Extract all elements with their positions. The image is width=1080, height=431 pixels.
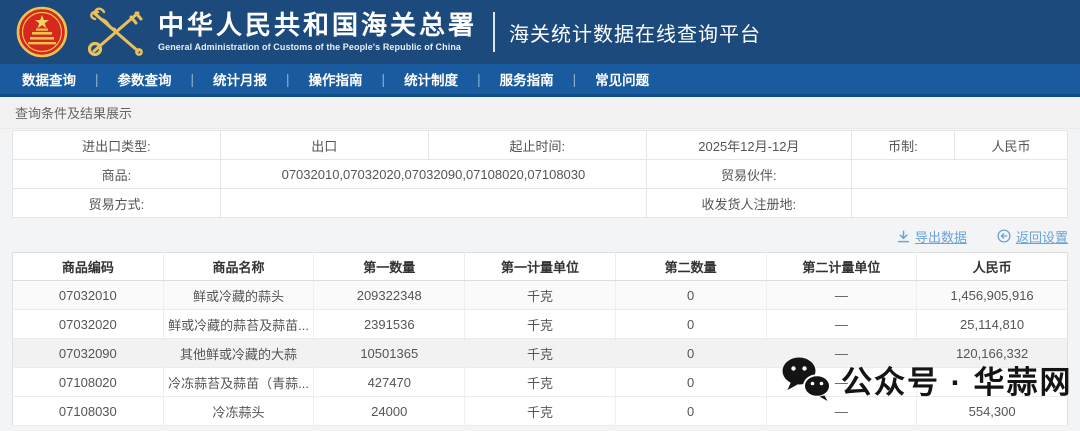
table-row: 07108030 冷冻蒜头 24000 千克 0 — 554,300 — [12, 396, 1068, 426]
cell-name: 冷冻蒜头 — [163, 396, 315, 426]
table-actions: 导出数据 返回设置 — [12, 225, 1068, 247]
cell-qty1: 427470 — [313, 367, 466, 397]
import-export-type-label: 进出口类型: — [12, 130, 221, 160]
nav-item-data-query[interactable]: 数据查询 — [22, 69, 76, 89]
platform-title: 海关统计数据在线查询平台 — [509, 23, 762, 46]
cell-rmb: 120,166,332 — [916, 338, 1068, 368]
download-icon — [897, 230, 910, 242]
results-header-row: 商品编码 商品名称 第一数量 第一计量单位 第二数量 第二计量单位 人民币 — [12, 252, 1068, 281]
col-header-qty1: 第一数量 — [313, 252, 466, 281]
results-table: 商品编码 商品名称 第一数量 第一计量单位 第二数量 第二计量单位 人民币 07… — [12, 252, 1068, 426]
cell-qty1: 209322348 — [313, 280, 466, 310]
org-name-en: General Administration of Customs of the… — [158, 41, 462, 52]
export-data-button[interactable]: 导出数据 — [897, 227, 967, 246]
national-emblem-icon — [16, 6, 68, 58]
cell-code: 07108030 — [12, 396, 164, 426]
cell-name: 其他鲜或冷藏的大蒜 — [163, 338, 315, 368]
table-row: 07032090 其他鲜或冷藏的大蒜 10501365 千克 0 — 120,1… — [12, 338, 1068, 368]
cell-rmb: 25,114,810 — [916, 309, 1068, 339]
cell-code: 07108020 — [12, 367, 164, 397]
date-range-value: 2025年12月-12月 — [646, 130, 852, 160]
export-data-label: 导出数据 — [914, 229, 967, 245]
trade-partner-label: 贸易伙伴: — [646, 159, 852, 189]
cell-qty2: 0 — [615, 396, 767, 426]
cell-rmb — [916, 367, 1068, 397]
import-export-type-value: 出口 — [219, 130, 429, 160]
customs-logo-icon — [82, 5, 148, 59]
cell-unit1: 千克 — [464, 396, 616, 426]
nav-item-param-query[interactable]: 参数查询 — [118, 69, 172, 89]
header-divider — [493, 12, 496, 52]
cell-qty1: 24000 — [313, 396, 466, 426]
nav-separator: | — [190, 71, 195, 87]
cell-unit2: — — [766, 338, 918, 368]
nav-item-statistics-system[interactable]: 统计制度 — [404, 69, 458, 89]
cell-qty1: 10501365 — [313, 338, 466, 368]
cell-code: 07032010 — [12, 280, 164, 310]
col-header-qty2: 第二数量 — [615, 252, 767, 281]
cell-unit2: — — [766, 280, 918, 310]
trade-partner-value — [850, 159, 1069, 189]
nav-separator: | — [477, 71, 481, 87]
cell-qty1: 2391536 — [313, 309, 466, 339]
nav-separator: | — [286, 71, 290, 87]
cell-name: 冷冻蒜苔及蒜苗（青蒜... — [163, 367, 315, 397]
col-header-commodity-code: 商品编码 — [12, 252, 164, 281]
registration-place-label: 收发货人注册地: — [646, 188, 852, 218]
cell-unit1: 千克 — [464, 367, 616, 397]
commodity-label: 商品: — [12, 159, 221, 189]
cell-unit2: — — [766, 367, 918, 397]
query-conditions-table: 进出口类型: 出口 起止时间: 2025年12月-12月 币制: 人民币 商品:… — [12, 130, 1069, 218]
cell-qty2: 0 — [615, 309, 767, 339]
cell-unit1: 千克 — [464, 309, 616, 339]
nav-item-service-guide[interactable]: 服务指南 — [500, 69, 554, 89]
org-name-cn: 中华人民共和国海关总署 — [158, 10, 478, 41]
table-row: 07032020 鲜或冷藏的蒜苔及蒜苗... 2391536 千克 0 — 25… — [12, 309, 1068, 339]
cell-unit1: 千克 — [464, 280, 616, 310]
col-header-unit2: 第二计量单位 — [766, 252, 918, 281]
col-header-rmb: 人民币 — [916, 252, 1068, 281]
cell-unit2: — — [766, 309, 918, 339]
currency-label: 币制: — [850, 130, 956, 160]
cell-rmb: 554,300 — [916, 396, 1068, 426]
org-title-block: 中华人民共和国海关总署 General Administration of Cu… — [158, 11, 477, 52]
trade-mode-label: 贸易方式: — [12, 188, 221, 218]
cell-unit2: — — [766, 396, 918, 426]
nav-item-operation-guide[interactable]: 操作指南 — [309, 69, 363, 89]
commodity-value: 07032010,07032020,07032090,07108020,0710… — [219, 159, 648, 189]
col-header-commodity-name: 商品名称 — [163, 252, 315, 281]
cell-code: 07032090 — [12, 338, 164, 368]
nav-separator: | — [572, 71, 577, 87]
cell-code: 07032020 — [12, 309, 164, 339]
cell-qty2: 0 — [615, 338, 767, 368]
top-banner: 中华人民共和国海关总署 General Administration of Cu… — [0, 0, 1080, 64]
nav-separator: | — [95, 71, 99, 87]
nav-item-faq[interactable]: 常见问题 — [595, 69, 649, 89]
cell-rmb: 1,456,905,916 — [916, 280, 1068, 310]
nav-separator: | — [381, 71, 386, 87]
return-arrow-icon — [997, 229, 1011, 243]
registration-place-value — [850, 188, 1069, 218]
table-row: 07032010 鲜或冷藏的蒜头 209322348 千克 0 — 1,456,… — [12, 280, 1068, 310]
section-title: 查询条件及结果展示 — [15, 106, 133, 121]
nav-item-monthly-report[interactable]: 统计月报 — [213, 69, 267, 89]
section-title-bar: 查询条件及结果展示 — [0, 97, 1080, 129]
currency-value: 人民币 — [954, 130, 1068, 160]
condition-row: 贸易方式: 收发货人注册地: — [12, 188, 1069, 218]
table-row: 07108020 冷冻蒜苔及蒜苗（青蒜... 427470 千克 0 — — [12, 367, 1068, 397]
condition-row: 进出口类型: 出口 起止时间: 2025年12月-12月 币制: 人民币 — [12, 130, 1068, 160]
cell-unit1: 千克 — [464, 338, 616, 368]
cell-name: 鲜或冷藏的蒜头 — [163, 280, 315, 310]
back-to-settings-button[interactable]: 返回设置 — [997, 227, 1068, 246]
condition-row: 商品: 07032010,07032020,07032090,07108020,… — [12, 159, 1069, 189]
cell-qty2: 0 — [615, 367, 767, 397]
cell-qty2: 0 — [615, 280, 767, 310]
cell-name: 鲜或冷藏的蒜苔及蒜苗... — [163, 309, 315, 339]
main-nav: 数据查询 | 参数查询 | 统计月报 | 操作指南 | 统计制度 | 服务指南 … — [0, 64, 1080, 97]
trade-mode-value — [219, 188, 648, 218]
back-to-settings-label: 返回设置 — [1015, 229, 1068, 245]
col-header-unit1: 第一计量单位 — [464, 252, 616, 281]
date-range-label: 起止时间: — [427, 130, 648, 160]
